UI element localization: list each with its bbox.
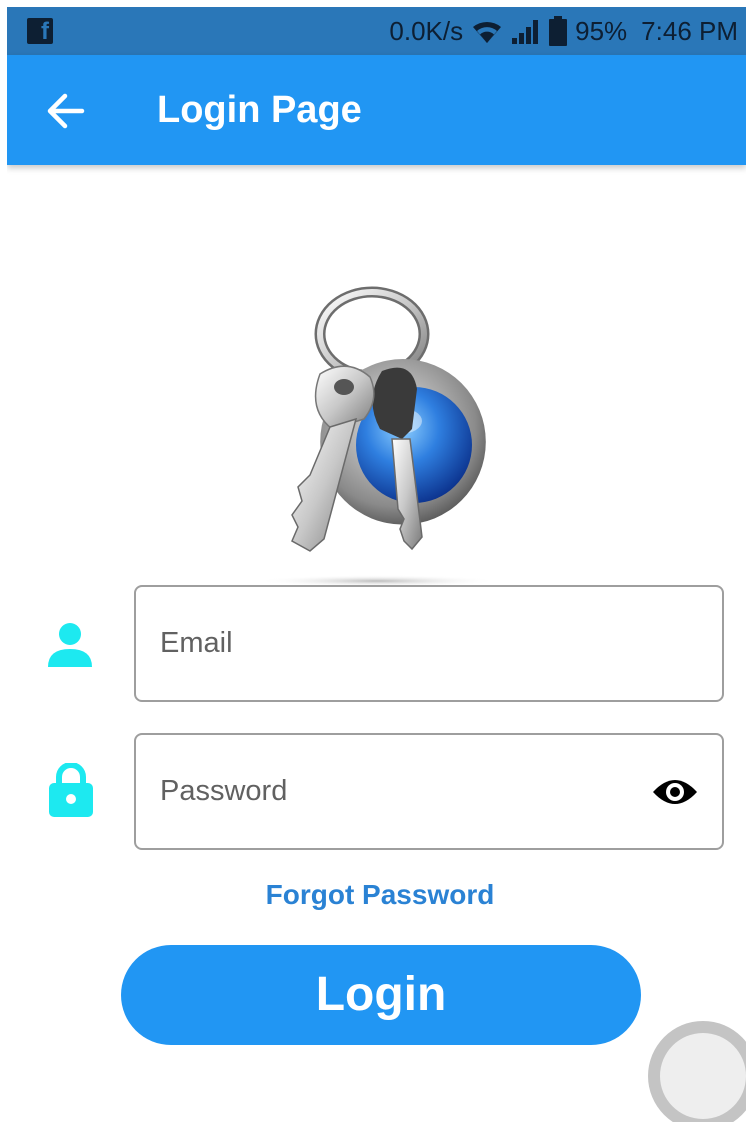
person-icon bbox=[47, 623, 93, 672]
status-bar: f 0.0K/s 95% 7:46 PM bbox=[7, 7, 746, 55]
app-bar: Login Page bbox=[7, 55, 746, 165]
clock: 7:46 PM bbox=[641, 15, 738, 46]
eye-icon[interactable] bbox=[652, 777, 698, 812]
app-screen: f 0.0K/s 95% 7:46 PM Login Page Email Pa… bbox=[7, 7, 746, 1122]
email-placeholder: Email bbox=[160, 627, 233, 659]
net-speed: 0.0K/s bbox=[389, 15, 464, 46]
password-field[interactable]: Password bbox=[134, 733, 724, 850]
signal-icon bbox=[511, 18, 541, 44]
page-title: Login Page bbox=[157, 89, 362, 131]
keychain-icon bbox=[252, 279, 522, 594]
forgot-password-link[interactable]: Forgot Password bbox=[7, 879, 746, 911]
wifi-icon bbox=[471, 17, 503, 45]
email-field[interactable]: Email bbox=[134, 585, 724, 702]
facebook-icon: f bbox=[27, 18, 53, 44]
lock-icon bbox=[49, 762, 93, 822]
arrow-back-icon[interactable] bbox=[45, 93, 85, 134]
login-button[interactable]: Login bbox=[121, 945, 641, 1045]
password-placeholder: Password bbox=[160, 775, 288, 807]
battery-icon bbox=[549, 16, 568, 46]
battery-level: 95% bbox=[575, 15, 628, 46]
assistive-touch-inner bbox=[660, 1033, 746, 1119]
assistive-touch-button[interactable] bbox=[648, 1021, 746, 1122]
status-indicators: 0.0K/s 95% 7:46 PM bbox=[389, 7, 738, 55]
